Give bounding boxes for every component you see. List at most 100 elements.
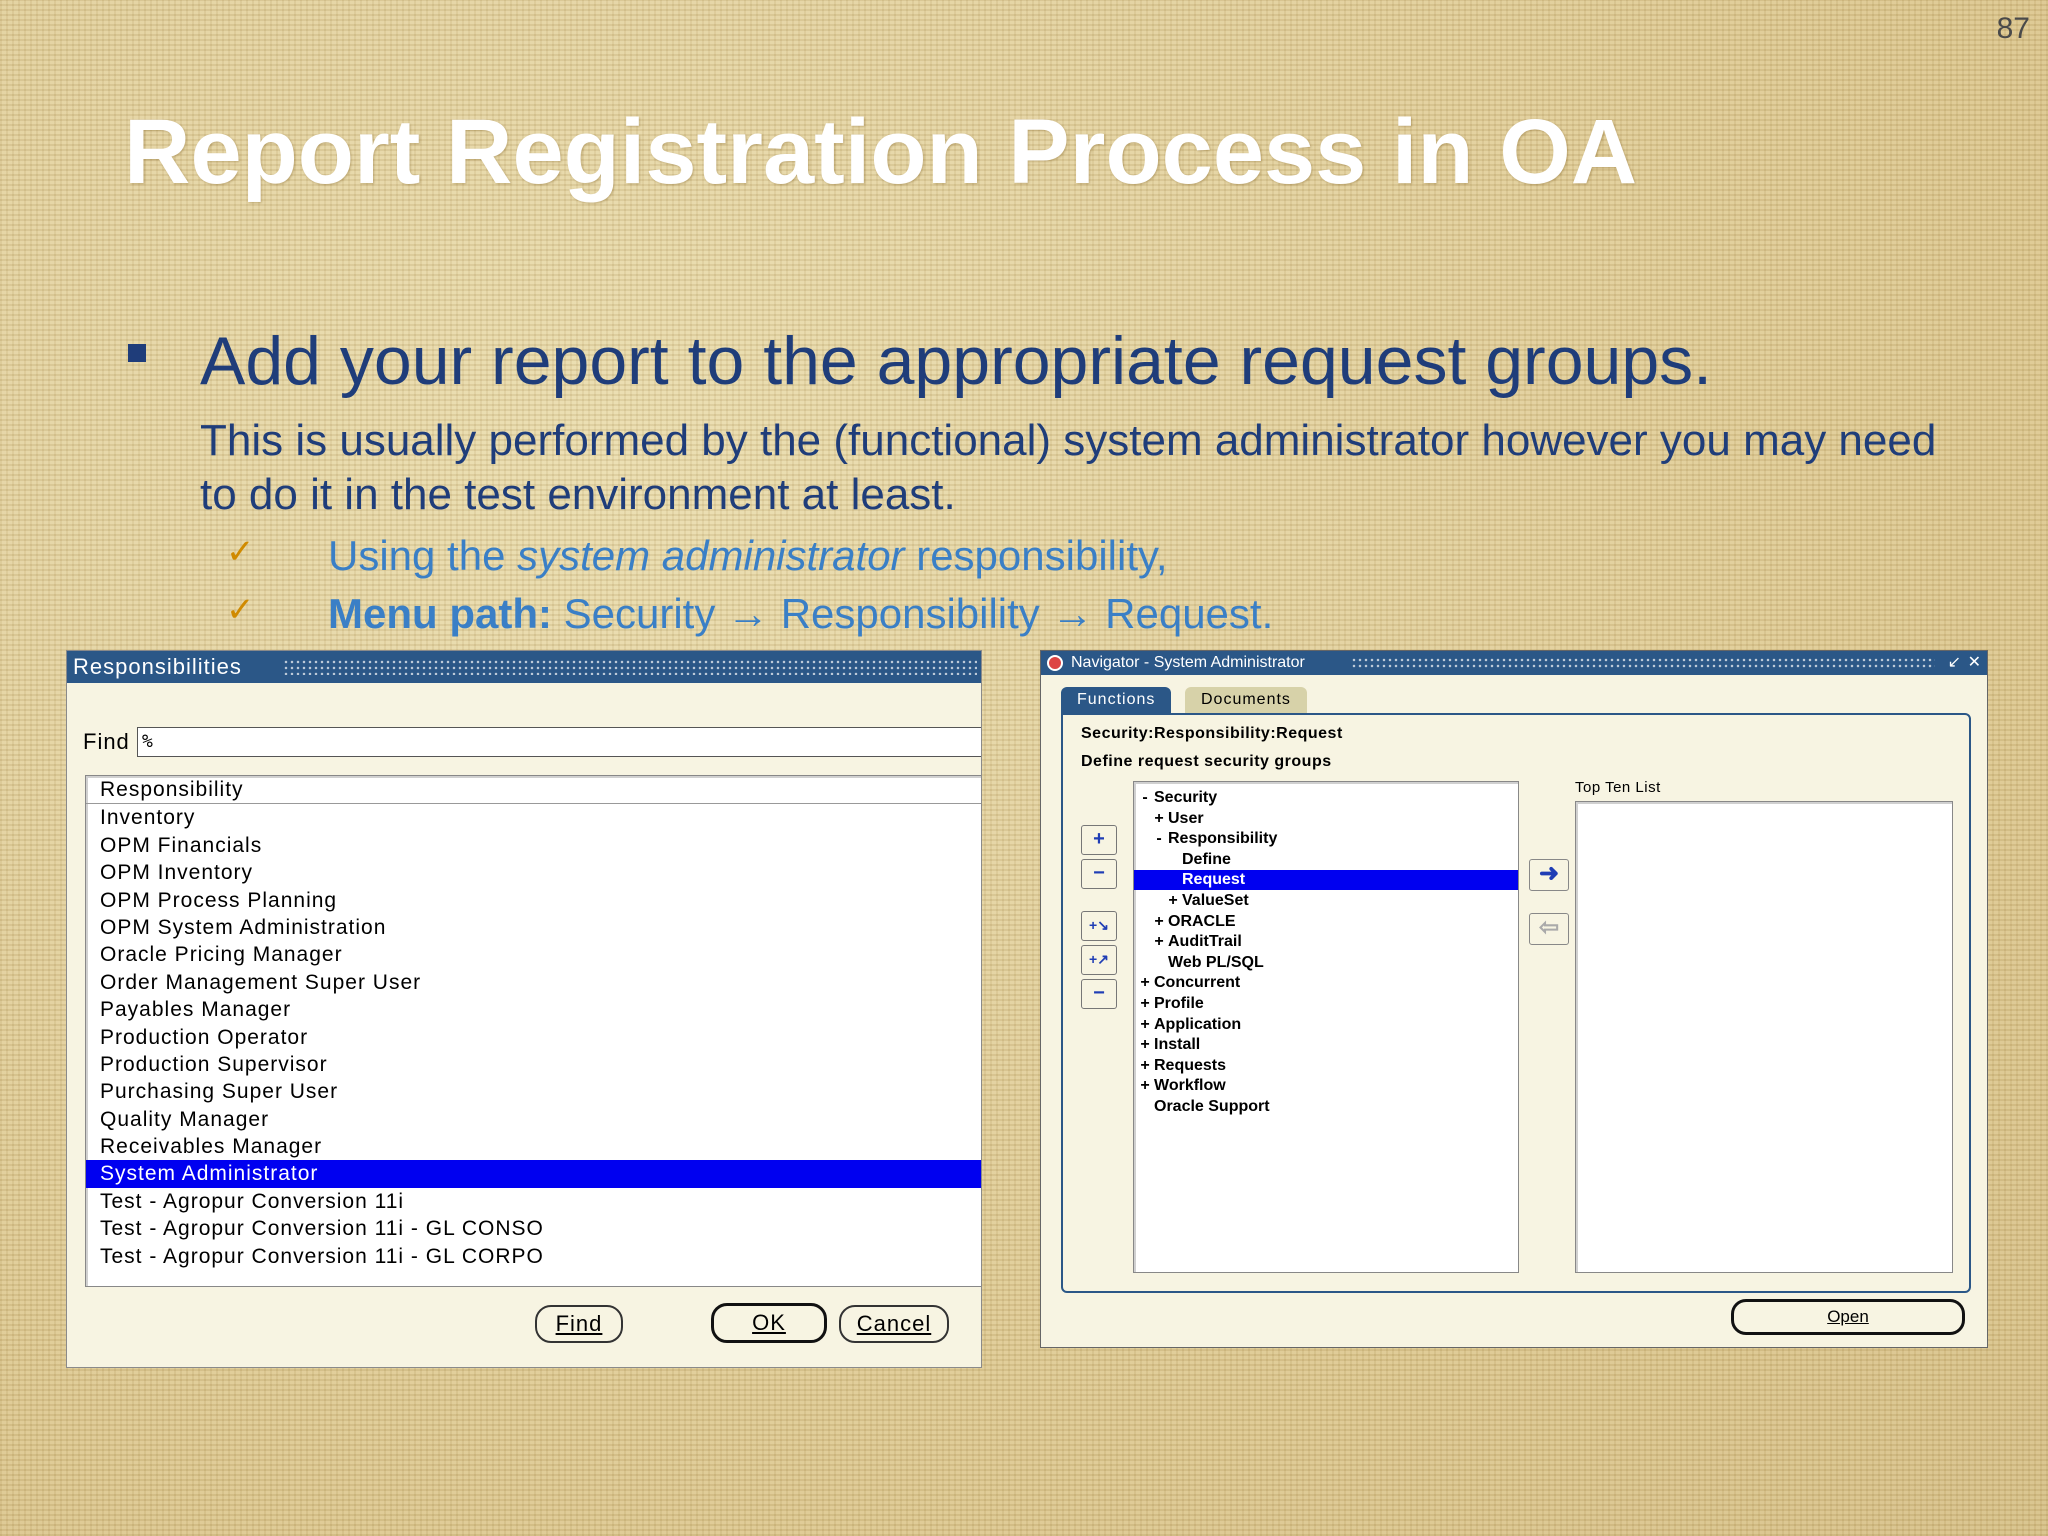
checkmark-icon: ✓: [226, 591, 255, 629]
table-row[interactable]: OPM Process Planning: [86, 887, 981, 914]
tree-node-label: Define: [1182, 850, 1231, 868]
tree-node[interactable]: + Profile: [1134, 994, 1518, 1014]
item-bold: Menu path:: [328, 590, 552, 637]
find-input[interactable]: %: [137, 727, 981, 757]
table-row[interactable]: OPM Inventory: [86, 859, 981, 886]
collapse-icon[interactable]: −: [1081, 859, 1117, 889]
expand-node-icon[interactable]: +: [1136, 973, 1154, 993]
find-label: Find: [83, 729, 130, 754]
expand-node-icon[interactable]: +: [1164, 891, 1182, 911]
tree-node-label: Concurrent: [1154, 974, 1241, 992]
item-text: responsibility,: [904, 532, 1168, 579]
tree-node[interactable]: + Install: [1134, 1035, 1518, 1055]
ok-button[interactable]: OK: [711, 1303, 827, 1343]
tree-node[interactable]: Oracle Support: [1134, 1097, 1518, 1117]
collapse-all-icon[interactable]: −: [1081, 979, 1117, 1009]
table-row[interactable]: Production Operator: [86, 1024, 981, 1051]
collapse-node-icon[interactable]: -: [1150, 829, 1168, 849]
table-row[interactable]: Receivables Manager: [86, 1133, 981, 1160]
column-header: Responsibility: [86, 776, 981, 805]
function-description: Define request security groups: [1081, 753, 1332, 770]
expand-node-icon[interactable]: +: [1136, 1056, 1154, 1076]
table-row[interactable]: Quality Manager: [86, 1106, 981, 1133]
tree-node-label: ValueSet: [1182, 892, 1249, 909]
table-row[interactable]: Test - Agropur Conversion 11i - GL CONSO: [86, 1215, 981, 1242]
tree-node-label: Profile: [1154, 995, 1204, 1012]
window-title: Navigator - System Administrator: [1071, 654, 1305, 671]
tree-node-label: Security: [1154, 789, 1218, 806]
main-bullet: Add your report to the appropriate reque…: [200, 323, 1713, 399]
tree-node[interactable]: Request: [1134, 870, 1518, 891]
item-text: Using the: [328, 532, 518, 579]
tree-node[interactable]: + Workflow: [1134, 1076, 1518, 1096]
minimize-icon[interactable]: ↙: [1948, 651, 1961, 675]
expand-node-icon[interactable]: +: [1136, 1035, 1154, 1055]
slide-number: 87: [1996, 12, 2030, 45]
function-tree: - Security + User - Responsibility Define Reque…: [1133, 781, 1519, 1273]
titlebar-grip: [283, 659, 977, 675]
list-item-menu-path: Menu path: Security → Responsibility → R…: [328, 590, 1273, 638]
function-path: Security:Responsibility:Request: [1081, 725, 1343, 742]
expand-node-icon[interactable]: +: [1136, 1076, 1154, 1096]
table-row[interactable]: Order Management Super User: [86, 969, 981, 996]
top-ten-list[interactable]: [1575, 801, 1953, 1273]
tree-node-label: ORACLE: [1168, 912, 1236, 930]
expand-node-icon[interactable]: +: [1150, 912, 1168, 932]
tree-node[interactable]: Web PL/SQL: [1134, 953, 1518, 973]
slide-title: Report Registration Process in OA: [124, 101, 1638, 203]
tree-node[interactable]: + Concurrent: [1134, 973, 1518, 993]
table-row[interactable]: OPM Financials: [86, 832, 981, 859]
window-titlebar[interactable]: Navigator - System Administrator ↙ ✕: [1041, 651, 1987, 675]
tree-node[interactable]: + ValueSet: [1134, 891, 1518, 911]
top-ten-label: Top Ten List: [1575, 779, 1661, 796]
checkmark-icon: ✓: [226, 533, 255, 571]
tree-node[interactable]: + ORACLE: [1134, 912, 1518, 932]
table-row[interactable]: System Administrator: [86, 1160, 981, 1188]
table-row[interactable]: Test - Agropur Conversion 11i - GL CORPO: [86, 1243, 981, 1270]
table-row[interactable]: Production Supervisor: [86, 1051, 981, 1078]
expand-node-icon[interactable]: +: [1136, 1015, 1154, 1035]
functions-panel: Security:Responsibility:Request Define r…: [1061, 713, 1971, 1293]
tree-node-label: AuditTrail: [1168, 933, 1242, 951]
tree-node-label: Oracle Support: [1154, 1098, 1270, 1115]
button-label: OK: [752, 1310, 786, 1335]
expand-icon[interactable]: +: [1081, 825, 1117, 855]
find-button[interactable]: Find: [535, 1305, 623, 1343]
tree-node[interactable]: - Security: [1134, 788, 1518, 808]
titlebar-grip: [1351, 657, 1935, 669]
tree-node-label: Request: [1182, 871, 1246, 889]
table-row[interactable]: Payables Manager: [86, 996, 981, 1023]
item-text: Security → Responsibility → Request.: [551, 590, 1274, 637]
expand-all-icon[interactable]: +↗: [1081, 945, 1117, 975]
table-row[interactable]: Oracle Pricing Manager: [86, 941, 981, 968]
table-row[interactable]: Purchasing Super User: [86, 1078, 981, 1105]
cancel-button[interactable]: Cancel: [839, 1305, 949, 1343]
button-label: Cancel: [856, 1311, 932, 1336]
tab-functions[interactable]: Functions: [1061, 687, 1172, 713]
remove-from-top-ten-arrow-icon[interactable]: ⇦: [1529, 913, 1569, 945]
tree-node-label: Install: [1154, 1036, 1201, 1054]
tree-node[interactable]: + Application: [1134, 1015, 1518, 1035]
tab-documents[interactable]: Documents: [1185, 687, 1307, 713]
sub-text: This is usually performed by the (functi…: [200, 416, 1937, 519]
expand-node-icon[interactable]: +: [1150, 809, 1168, 829]
open-button[interactable]: Open: [1731, 1299, 1965, 1335]
add-to-top-ten-arrow-icon[interactable]: ➜: [1529, 859, 1569, 891]
table-row[interactable]: Test - Agropur Conversion 11i: [86, 1188, 981, 1215]
table-row[interactable]: Inventory: [86, 804, 981, 831]
table-row[interactable]: OPM System Administration: [86, 914, 981, 941]
collapse-node-icon[interactable]: -: [1136, 788, 1154, 808]
tree-node-label: Web PL/SQL: [1168, 953, 1264, 971]
tree-node[interactable]: + User: [1134, 809, 1518, 829]
tree-node[interactable]: - Responsibility: [1134, 829, 1518, 849]
expand-node-icon[interactable]: +: [1150, 932, 1168, 952]
expand-node-icon[interactable]: +: [1136, 994, 1154, 1014]
tree-node[interactable]: + AuditTrail: [1134, 932, 1518, 952]
window-titlebar[interactable]: Responsibilities: [67, 651, 981, 683]
navigator-window: Navigator - System Administrator ↙ ✕ Fun…: [1040, 650, 1988, 1348]
tree-node[interactable]: Define: [1134, 850, 1518, 870]
close-icon[interactable]: ✕: [1968, 651, 1981, 675]
expand-branch-icon[interactable]: +↘: [1081, 911, 1117, 941]
oracle-logo-icon: [1047, 655, 1063, 671]
tree-node[interactable]: + Requests: [1134, 1056, 1518, 1076]
